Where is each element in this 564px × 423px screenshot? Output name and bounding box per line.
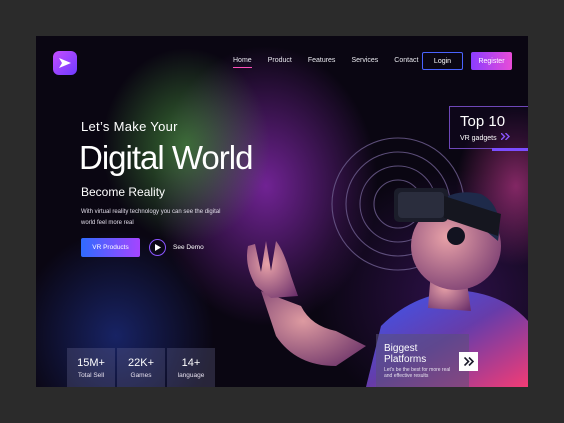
nav-features[interactable]: Features bbox=[308, 57, 336, 68]
top10-accent-bar bbox=[492, 148, 528, 151]
double-chevron-right-icon bbox=[500, 132, 510, 141]
stats-row: 15M+ Total Sell 22K+ Games 14+ language bbox=[67, 348, 215, 387]
nav-home[interactable]: Home bbox=[233, 57, 252, 68]
platforms-arrow-button[interactable] bbox=[459, 352, 478, 371]
hero-subtitle: Become Reality bbox=[81, 185, 166, 199]
nav-services[interactable]: Services bbox=[351, 57, 378, 68]
main-nav: Home Product Features Services Contact bbox=[233, 57, 434, 68]
hero-description: With virtual reality technology you can … bbox=[81, 209, 221, 226]
play-icon bbox=[155, 244, 161, 251]
stat-value: 15M+ bbox=[77, 356, 105, 369]
stat-games: 22K+ Games bbox=[117, 348, 165, 387]
top10-title: Top 10 bbox=[460, 113, 506, 130]
platforms-description: Let's be the best for more real and effe… bbox=[384, 367, 451, 379]
top10-subtitle-text: VR gadgets bbox=[460, 135, 497, 142]
stat-label: Total Sell bbox=[77, 371, 105, 379]
hero-pretitle: Let’s Make Your bbox=[81, 119, 178, 134]
brand-logo[interactable] bbox=[53, 51, 77, 75]
hero-title: Digital World bbox=[79, 139, 253, 176]
see-demo-link[interactable]: See Demo bbox=[173, 244, 204, 251]
play-button[interactable] bbox=[149, 239, 166, 256]
top10-subtitle: VR gadgets bbox=[460, 132, 510, 142]
stat-value: 22K+ bbox=[128, 356, 154, 369]
register-button[interactable]: Register bbox=[471, 52, 512, 70]
nav-product[interactable]: Product bbox=[268, 57, 292, 68]
stat-value: 14+ bbox=[181, 356, 201, 369]
stat-label: Games bbox=[130, 371, 152, 379]
platforms-title: Biggest Platforms bbox=[384, 343, 427, 365]
double-chevron-right-icon bbox=[463, 357, 474, 366]
stat-label: language bbox=[177, 371, 205, 379]
paper-plane-icon bbox=[59, 58, 71, 68]
landing-page: Home Product Features Services Contact L… bbox=[36, 36, 528, 387]
nav-contact[interactable]: Contact bbox=[394, 57, 418, 68]
vr-products-button[interactable]: VR Products bbox=[81, 238, 140, 257]
stat-language: 14+ language bbox=[167, 348, 215, 387]
stat-total-sell: 15M+ Total Sell bbox=[67, 348, 115, 387]
login-button[interactable]: Login bbox=[422, 52, 463, 70]
